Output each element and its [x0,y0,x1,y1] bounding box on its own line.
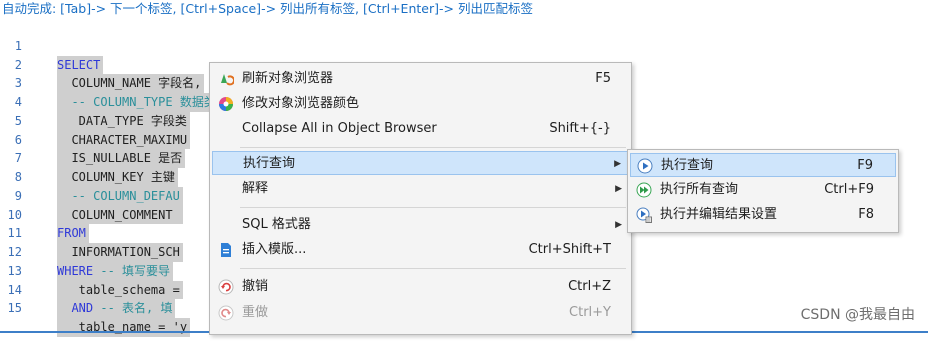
submenu-arrow-icon: ▶ [615,184,622,194]
menu-item-change-browser-color[interactable]: 修改对象浏览器颜色 [212,92,628,116]
play-icon [637,158,653,174]
code-text: table_name = 'y [57,318,191,337]
submenu-item-execute-query[interactable]: 执行查询 F9 [630,153,896,177]
menu-item-execute-query[interactable]: 执行查询 ▶ [212,151,628,175]
line-number: 15 [7,301,22,316]
menu-separator [240,207,626,208]
menu-item-collapse-all[interactable]: Collapse All in Object Browser Shift+{-} [212,117,628,141]
refresh-icon [218,71,236,87]
color-wheel-icon [218,96,234,112]
submenu-arrow-icon: ▶ [615,220,622,230]
play-all-icon [636,182,652,198]
menu-item-refresh-object-browser[interactable]: 刷新对象浏览器 F5 [212,67,628,91]
submenu-arrow-icon: ▶ [614,159,621,169]
code-keyword: AND [57,301,94,316]
menu-item-undo[interactable]: 撤销 Ctrl+Z [212,275,628,299]
autocomplete-hint: 自动完成: [Tab]-> 下一个标签, [Ctrl+Space]-> 列出所有… [2,1,533,16]
menu-separator [240,147,626,148]
menu-item-sql-formatter[interactable]: SQL 格式器 ▶ [212,213,628,237]
menu-separator [240,268,626,269]
execute-submenu: 执行查询 F9 执行所有查询 Ctrl+F9 执行并编辑结果设置 F8 [627,149,899,233]
play-edit-icon [636,207,652,223]
undo-icon [218,279,234,295]
menu-item-insert-template[interactable]: 插入模版... Ctrl+Shift+T [212,238,628,262]
editor-line: 1 SELECT [0,18,928,75]
menu-item-redo[interactable]: 重做 Ctrl+Y [212,301,628,325]
submenu-item-execute-all[interactable]: 执行所有查询 Ctrl+F9 [630,178,896,202]
submenu-item-execute-edit[interactable]: 执行并编辑结果设置 F8 [630,203,896,227]
editor-line: 2 COLUMN_NAME 字段名, [0,37,928,93]
redo-icon [218,305,234,321]
template-icon [218,242,234,258]
context-menu: 刷新对象浏览器 F5 修改对象浏览器颜色 Collapse All in Obj… [209,62,632,335]
menu-item-explain[interactable]: 解释 ▶ [212,177,628,201]
code-comment: -- 表名, 填 [93,301,173,316]
code-text: AND -- 表名, 填 [57,299,176,318]
watermark: CSDN @我最自由 [800,307,915,323]
